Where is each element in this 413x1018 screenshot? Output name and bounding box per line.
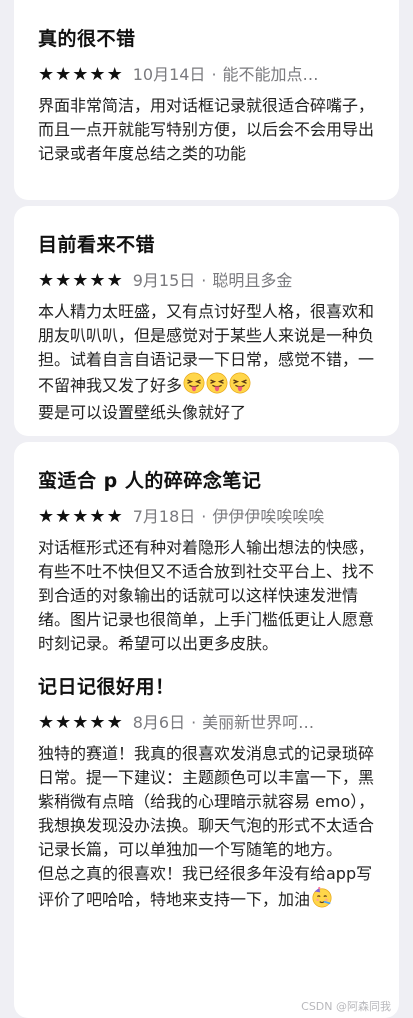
star-icon: ★ [38, 270, 55, 291]
star-icon: ★ [72, 64, 89, 85]
review-card: 真的很不错 ★ ★ ★ ★ ★ 10月14日 · 能不能加点… 界面非常简洁，用… [14, 0, 399, 200]
star-rating: ★ ★ ★ ★ ★ [38, 64, 123, 86]
star-icon: ★ [72, 712, 89, 733]
star-rating: ★ ★ ★ ★ ★ [38, 270, 123, 292]
review-date: 7月18日 [132, 507, 196, 526]
review-item: 蛮适合 p 人的碎碎念笔记 ★ ★ ★ ★ ★ 7月18日 · 伊伊伊唉唉唉唉 … [38, 468, 377, 656]
review-paragraph: 本人精力太旺盛，又有点讨好型人格，很喜欢和朋友叭叭叭，但是感觉对于某些人来说是一… [38, 300, 377, 401]
tongue-out-emoji-icon [206, 372, 228, 401]
star-icon: ★ [55, 712, 72, 733]
star-rating: ★ ★ ★ ★ ★ [38, 712, 123, 734]
review-paragraph: 独特的赛道！我真的很喜欢发消息式的记录琐碎日常。提一下建议：主题颜色可以丰富一下… [38, 744, 375, 859]
review-body: 对话框形式还有种对着隐形人输出想法的快感，有些不吐不快但又不适合放到社交平台上、… [38, 536, 377, 656]
meta-separator: · [211, 65, 217, 84]
review-author: 能不能加点… [222, 65, 319, 84]
review-date: 8月6日 [132, 713, 186, 732]
star-icon: ★ [55, 270, 72, 291]
review-paragraph: 但总之真的很喜欢！我已经很多年没有给app写评价了吧哈哈，特地来支持一下，加油 [38, 862, 377, 915]
review-meta: ★ ★ ★ ★ ★ 7月18日 · 伊伊伊唉唉唉唉 [38, 506, 377, 528]
review-body: 界面非常简洁，用对话框记录就很适合碎嘴子，而且一点开就能写特别方便，以后会不会用… [38, 94, 377, 166]
star-icon: ★ [72, 506, 89, 527]
review-body: 独特的赛道！我真的很喜欢发消息式的记录琐碎日常。提一下建议：主题颜色可以丰富一下… [38, 742, 377, 915]
watermark: CSDN @阿森同我 [301, 1000, 391, 1013]
review-date: 10月14日 [132, 65, 206, 84]
review-item: 真的很不错 ★ ★ ★ ★ ★ 10月14日 · 能不能加点… 界面非常简洁，用… [38, 26, 377, 166]
tongue-out-emoji-icon [183, 372, 205, 401]
review-title: 蛮适合 p 人的碎碎念笔记 [38, 470, 262, 492]
star-icon: ★ [38, 506, 55, 527]
review-item: 记日记很好用！ ★ ★ ★ ★ ★ 8月6日 · 美丽新世界呵… 独特的赛道！我… [38, 674, 377, 915]
meta-separator: · [201, 271, 207, 290]
party-face-emoji-icon [311, 886, 333, 915]
meta-separator: · [191, 713, 197, 732]
star-icon: ★ [55, 64, 72, 85]
star-icon: ★ [89, 506, 106, 527]
review-item: 目前看来不错 ★ ★ ★ ★ ★ 9月15日 · 聪明且多金 本人精力太旺盛，又… [38, 232, 377, 425]
star-icon: ★ [38, 64, 55, 85]
review-paragraph: 要是可以设置壁纸头像就好了 [38, 403, 247, 422]
review-card: 蛮适合 p 人的碎碎念笔记 ★ ★ ★ ★ ★ 7月18日 · 伊伊伊唉唉唉唉 … [14, 442, 399, 1018]
review-title: 真的很不错 [38, 28, 136, 50]
meta-separator: · [201, 507, 207, 526]
star-icon: ★ [55, 506, 72, 527]
star-icon: ★ [106, 712, 123, 733]
review-author: 美丽新世界呵… [202, 713, 315, 732]
tongue-out-emoji-icon [229, 372, 251, 401]
review-paragraph: 界面非常简洁，用对话框记录就很适合碎嘴子，而且一点开就能写特别方便，以后会不会用… [38, 96, 375, 163]
review-meta: ★ ★ ★ ★ ★ 10月14日 · 能不能加点… [38, 64, 377, 86]
review-meta: ★ ★ ★ ★ ★ 9月15日 · 聪明且多金 [38, 270, 377, 292]
review-card: 目前看来不错 ★ ★ ★ ★ ★ 9月15日 · 聪明且多金 本人精力太旺盛，又… [14, 206, 399, 436]
star-icon: ★ [89, 712, 106, 733]
review-body: 本人精力太旺盛，又有点讨好型人格，很喜欢和朋友叭叭叭，但是感觉对于某些人来说是一… [38, 300, 377, 425]
star-icon: ★ [38, 712, 55, 733]
review-title: 记日记很好用！ [38, 676, 175, 698]
review-paragraph: 对话框形式还有种对着隐形人输出想法的快感，有些不吐不快但又不适合放到社交平台上、… [38, 538, 375, 653]
star-icon: ★ [106, 506, 123, 527]
review-date: 9月15日 [132, 271, 196, 290]
star-icon: ★ [106, 270, 123, 291]
review-author: 伊伊伊唉唉唉唉 [212, 507, 325, 526]
review-title: 目前看来不错 [38, 234, 156, 256]
star-icon: ★ [72, 270, 89, 291]
review-author: 聪明且多金 [212, 271, 293, 290]
star-icon: ★ [106, 64, 123, 85]
star-icon: ★ [89, 64, 106, 85]
star-icon: ★ [89, 270, 106, 291]
review-meta: ★ ★ ★ ★ ★ 8月6日 · 美丽新世界呵… [38, 712, 377, 734]
star-rating: ★ ★ ★ ★ ★ [38, 506, 123, 528]
